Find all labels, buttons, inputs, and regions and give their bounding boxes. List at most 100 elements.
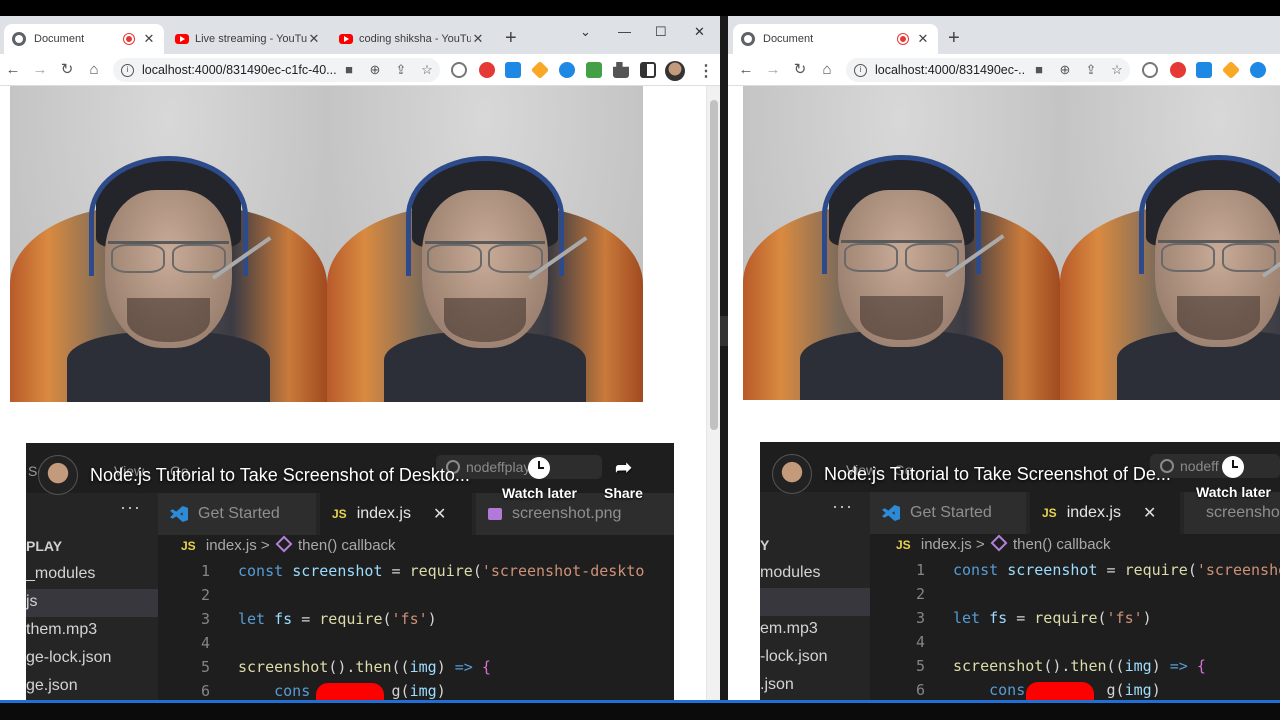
scrollbar-thumb[interactable]: [710, 100, 718, 430]
selected-row: [760, 588, 870, 616]
crumb-symbol: then() callback: [1013, 536, 1111, 553]
extension-icon[interactable]: [530, 60, 550, 80]
minimize-button[interactable]: —: [618, 24, 631, 39]
file-item: em.mp3: [760, 620, 818, 637]
home-button[interactable]: ⌂: [84, 60, 104, 80]
close-icon[interactable]: ✕: [916, 31, 930, 47]
home-button[interactable]: ⌂: [817, 60, 837, 80]
editor-breadcrumb: JS index.js > then() callback: [181, 535, 396, 554]
editor-tab-label: screenshot.png: [512, 505, 622, 522]
new-tab-button[interactable]: +: [505, 28, 517, 48]
recording-icon: [898, 34, 908, 44]
editor-tab-get-started: Get Started: [158, 493, 316, 535]
line-number: 6: [915, 681, 925, 699]
extension-icon[interactable]: [1221, 60, 1241, 80]
menu-icon[interactable]: ⋮: [698, 61, 714, 81]
file-item: ge-lock.json: [26, 649, 112, 666]
top-edge: [0, 0, 1280, 16]
extension-icon[interactable]: [451, 62, 467, 78]
editor-tab-label: index.js: [1066, 504, 1121, 521]
tab-document[interactable]: Document ✕: [4, 24, 164, 54]
close-icon[interactable]: ✕: [142, 31, 156, 47]
share-label: Share: [604, 485, 643, 501]
forward-button[interactable]: →: [30, 60, 50, 80]
extension-icon[interactable]: [1170, 62, 1186, 78]
editor-breadcrumb: JS index.js > then() callback: [896, 534, 1111, 553]
site-info-icon[interactable]: i: [121, 63, 134, 77]
watch-later-label: Watch later: [1196, 484, 1271, 500]
camera-icon[interactable]: ■: [341, 62, 357, 78]
channel-avatar[interactable]: [772, 454, 812, 494]
line-number: 5: [915, 657, 925, 675]
close-icon[interactable]: ✕: [471, 31, 485, 47]
profile-avatar[interactable]: [665, 61, 685, 81]
close-icon: ✕: [1142, 505, 1157, 522]
clock-icon: [528, 457, 551, 479]
reload-button[interactable]: ↻: [790, 60, 810, 80]
back-button[interactable]: ←: [736, 60, 756, 80]
bookmark-star-icon[interactable]: ☆: [419, 62, 435, 78]
zoom-icon[interactable]: ⊕: [1057, 62, 1073, 78]
line-number: 2: [200, 586, 210, 604]
video-title-bar[interactable]: Node.js Tutorial to Take Screenshot of D…: [772, 454, 1171, 494]
crumb-symbol: then() callback: [298, 537, 396, 554]
line-number: 1: [915, 561, 925, 579]
youtube-embed[interactable]: Se View Go nodeffplay ··· PLAY _modules …: [26, 443, 674, 700]
reload-button[interactable]: ↻: [57, 60, 77, 80]
line-number: 3: [200, 610, 210, 628]
address-bar[interactable]: i localhost:4000/831490ec-... ■ ⊕ ⇪ ☆: [846, 58, 1130, 82]
site-info-icon[interactable]: i: [854, 63, 867, 77]
extension-icon[interactable]: [1196, 62, 1212, 78]
js-file-icon: JS: [332, 507, 347, 521]
youtube-embed[interactable]: View Go nodeff ··· Y modules em.mp3 -loc…: [760, 442, 1280, 700]
globe-icon: [12, 32, 26, 46]
video-title-bar[interactable]: Node.js Tutorial to Take Screenshot of D…: [38, 455, 470, 495]
forward-button[interactable]: →: [763, 60, 783, 80]
close-icon[interactable]: ✕: [307, 31, 321, 47]
extension-icon[interactable]: [505, 62, 521, 78]
watch-later-button[interactable]: Watch later: [502, 457, 577, 501]
editor-tabs: Get Started JS index.js ✕ screenshot.png: [158, 493, 674, 535]
puzzle-icon[interactable]: [613, 62, 629, 78]
page-scrollbar[interactable]: [706, 86, 720, 700]
code-area: 1 const screenshot = require('screenshot-…: [895, 558, 1280, 700]
extension-icon[interactable]: [559, 62, 575, 78]
tab-coding-shiksha[interactable]: coding shiksha - YouTube ✕: [331, 24, 493, 54]
extension-icon[interactable]: [1142, 62, 1158, 78]
back-button[interactable]: ←: [3, 60, 23, 80]
webcam-video: [1060, 86, 1280, 400]
line-code: const screenshot = require('screenshot-d…: [238, 562, 645, 580]
address-bar[interactable]: i localhost:4000/831490ec-c1fc-40... ■ ⊕…: [113, 58, 440, 82]
share-button[interactable]: ➦ Share: [604, 457, 643, 501]
webcam-video: [10, 86, 327, 402]
maximize-button[interactable]: ☐: [655, 24, 667, 40]
window-divider: [720, 16, 728, 700]
selected-row: [26, 589, 158, 617]
new-tab-button[interactable]: +: [948, 28, 960, 48]
channel-avatar[interactable]: [38, 455, 78, 495]
tab-search-icon[interactable]: ⌄: [580, 24, 591, 40]
line-code: let fs = require('fs'): [238, 610, 437, 628]
youtube-icon: [339, 34, 353, 44]
share-page-icon[interactable]: ⇪: [1083, 62, 1099, 78]
editor-tab-index-js: JS index.js ✕: [320, 493, 472, 535]
zoom-icon[interactable]: ⊕: [367, 62, 383, 78]
extension-icon[interactable]: [586, 62, 602, 78]
tab-label: Document: [763, 33, 814, 45]
tab-document[interactable]: Document ✕: [733, 24, 938, 54]
youtube-play-button[interactable]: [316, 683, 384, 700]
youtube-play-button[interactable]: [1026, 682, 1094, 700]
side-panel-icon[interactable]: [640, 62, 656, 78]
window-close-button[interactable]: ✕: [694, 24, 705, 40]
camera-icon[interactable]: ■: [1031, 62, 1047, 78]
extension-icon[interactable]: [479, 62, 495, 78]
extension-icon[interactable]: [1250, 62, 1266, 78]
bookmark-star-icon[interactable]: ☆: [1109, 62, 1125, 78]
file-item: ge.json: [26, 677, 78, 694]
share-page-icon[interactable]: ⇪: [393, 62, 409, 78]
watch-later-button[interactable]: Watch later: [1196, 456, 1271, 500]
tab-live-streaming[interactable]: Live streaming - YouTube ✕: [167, 24, 329, 54]
tab-label: coding shiksha - YouTube: [359, 33, 471, 45]
webcam-video: [327, 86, 643, 402]
video-title: Node.js Tutorial to Take Screenshot of D…: [824, 463, 1171, 484]
